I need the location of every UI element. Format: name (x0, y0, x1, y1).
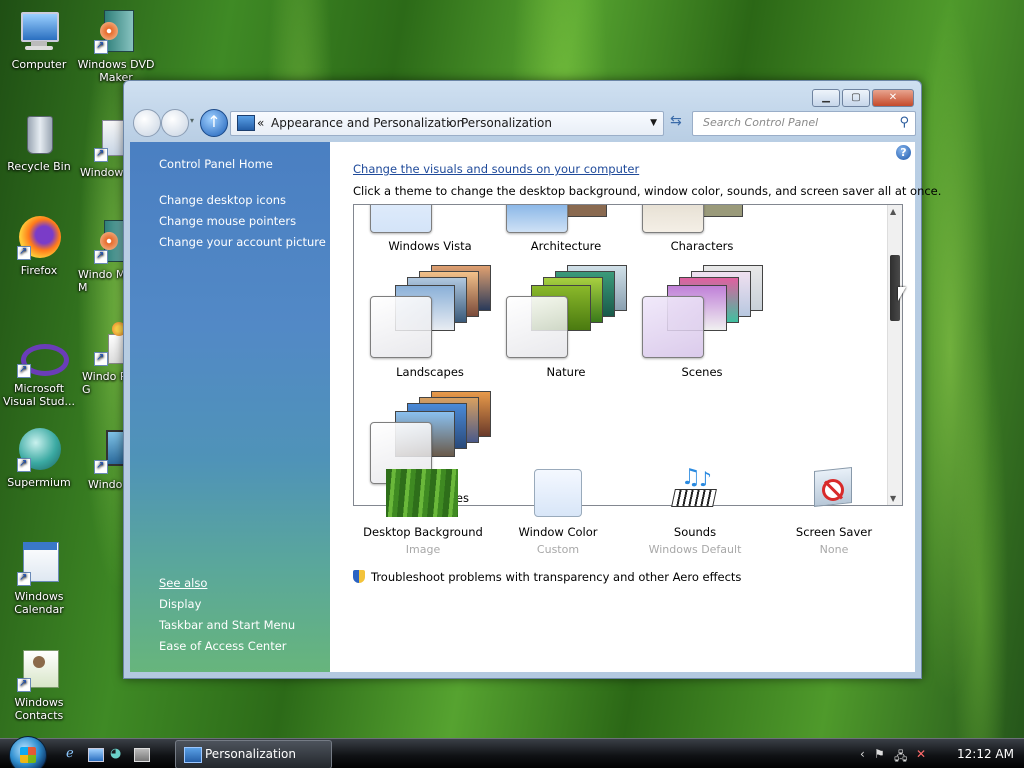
shortcut-arrow-icon (17, 677, 31, 692)
computer-icon (17, 10, 61, 54)
theme-thumbnail (642, 296, 704, 358)
control-panel-icon (237, 115, 255, 131)
calendar-icon (17, 542, 61, 586)
uac-shield-icon (353, 570, 365, 583)
maximize-button[interactable]: ▢ (842, 89, 870, 107)
theme-landscapes[interactable]: Landscapes (367, 265, 493, 380)
visual-studio-icon (17, 334, 69, 378)
close-button[interactable]: ✕ (872, 89, 914, 107)
troubleshoot-link[interactable]: Troubleshoot problems with transparency … (353, 570, 741, 584)
theme-thumbnail (370, 205, 432, 233)
supermium-icon (17, 428, 61, 472)
mouse-cursor-icon (898, 287, 906, 301)
address-bar[interactable]: « Appearance and Personalization › Perso… (230, 111, 664, 136)
dvd-maker-icon (94, 10, 138, 54)
page-description: Click a theme to change the desktop back… (353, 184, 942, 198)
forward-button[interactable] (161, 109, 189, 137)
navigation-bar: ▾ ↑ « Appearance and Personalization › P… (130, 108, 916, 138)
theme-characters[interactable]: Characters (639, 205, 765, 255)
shortcut-arrow-icon (17, 245, 31, 260)
shortcut-arrow-icon (17, 363, 31, 378)
task-pane: Control Panel Home Change desktop icons … (130, 142, 330, 672)
shortcut-arrow-icon (94, 147, 108, 162)
shortcut-arrow-icon (17, 571, 31, 586)
desktop-icon-contacts[interactable]: Windows Contacts (0, 648, 81, 722)
theme-list: Windows Vista Architecture Characters La… (353, 204, 903, 506)
shortcut-arrow-icon (17, 457, 31, 472)
theme-list-scrollbar[interactable]: ▲ ▼ (887, 205, 902, 505)
back-button[interactable] (133, 109, 161, 137)
breadcrumb-appearance[interactable]: Appearance and Personalization (271, 112, 464, 134)
control-panel-icon (184, 747, 202, 763)
network-icon[interactable]: 🖧 (894, 747, 907, 768)
shortcut-arrow-icon (94, 459, 108, 474)
desktop-icon-calendar[interactable]: Windows Calendar (0, 542, 81, 616)
address-dropdown-icon[interactable]: ▼ (650, 112, 657, 134)
desktop-background-icon (386, 469, 458, 517)
breadcrumb-separator[interactable]: › (447, 112, 452, 134)
help-icon[interactable]: ? (896, 145, 911, 160)
show-desktop-icon[interactable] (88, 748, 104, 762)
theme-thumbnail (506, 205, 568, 233)
control-panel-home-link[interactable]: Control Panel Home (159, 157, 273, 171)
desktop-icon-firefox[interactable]: Firefox (0, 216, 81, 277)
breadcrumb-chevrons[interactable]: « (257, 112, 264, 134)
shortcut-arrow-icon (94, 249, 108, 264)
internet-explorer-icon[interactable]: ℯ (66, 746, 82, 762)
screen-saver-icon (810, 467, 856, 513)
ease-of-access-link[interactable]: Ease of Access Center (159, 639, 287, 653)
volume-muted-icon[interactable]: ✕ (916, 747, 926, 761)
firefox-icon (17, 216, 61, 260)
display-link[interactable]: Display (159, 597, 201, 611)
search-box[interactable]: Search Control Panel ⚲ (692, 111, 916, 136)
theme-nature[interactable]: Nature (503, 265, 629, 380)
scroll-up-icon[interactable]: ▲ (890, 207, 896, 216)
personalization-window: ▁ ▢ ✕ ▾ ↑ « Appearance and Personalizati… (123, 80, 941, 679)
theme-components: Desktop Background Image Window Color Cu… (363, 465, 873, 557)
tray-expand-icon[interactable]: ‹ (860, 747, 865, 761)
desktop-icon-recycle-bin[interactable]: Recycle Bin (0, 112, 81, 173)
up-button[interactable]: ↑ (200, 109, 228, 137)
taskbar-start-menu-link[interactable]: Taskbar and Start Menu (159, 618, 295, 632)
theme-windows-vista[interactable]: Windows Vista (367, 205, 493, 255)
change-desktop-icons-link[interactable]: Change desktop icons (159, 193, 286, 207)
desktop-icon-dvd-maker[interactable]: Windows DVD Maker (74, 10, 158, 84)
page-heading: Change the visuals and sounds on your co… (353, 162, 640, 176)
shortcut-arrow-icon (94, 39, 108, 54)
recent-pages-dropdown-icon[interactable]: ▾ (190, 116, 194, 125)
clock[interactable]: 12:12 AM (957, 747, 1014, 761)
notification-area: ‹ ⚑ 🖧 ✕ 12:12 AM (854, 739, 1024, 768)
recycle-bin-icon (17, 112, 61, 156)
theme-architecture[interactable]: Architecture (503, 205, 629, 255)
switch-windows-icon[interactable] (134, 748, 150, 762)
start-button[interactable] (9, 736, 47, 768)
change-account-picture-link[interactable]: Change your account picture (159, 235, 326, 249)
change-mouse-pointers-link[interactable]: Change mouse pointers (159, 214, 296, 228)
theme-thumbnail (642, 205, 704, 233)
search-input[interactable]: Search Control Panel (703, 112, 818, 134)
shortcut-arrow-icon (94, 351, 108, 366)
desktop-icon-computer[interactable]: Computer (0, 10, 81, 71)
theme-scenes[interactable]: Scenes (639, 265, 765, 380)
window-controls: ▁ ▢ ✕ (812, 89, 914, 107)
window-color-icon (534, 469, 582, 517)
supermium-quicklaunch-icon[interactable]: ◕ (110, 746, 126, 762)
search-icon[interactable]: ⚲ (899, 112, 909, 134)
desktop-icon-visual-studio[interactable]: Microsoft Visual Stud... (0, 334, 81, 408)
see-also-heading: See also (159, 576, 208, 590)
theme-thumbnail (506, 296, 568, 358)
desktop-icon-supermium[interactable]: Supermium (0, 428, 81, 489)
refresh-icon[interactable]: ⇆ (670, 113, 682, 129)
action-center-flag-icon[interactable]: ⚑ (874, 747, 885, 761)
contacts-icon (17, 648, 61, 692)
main-content: ? Change the visuals and sounds on your … (330, 142, 941, 672)
sounds-icon: ♫ ♪ (671, 467, 719, 513)
theme-thumbnail (370, 296, 432, 358)
breadcrumb-personalization[interactable]: Personalization (461, 112, 552, 134)
taskbar: ℯ ◕ Personalization ‹ ⚑ 🖧 ✕ 12:12 AM (0, 736, 1024, 768)
minimize-button[interactable]: ▁ (812, 89, 840, 107)
taskbar-button-personalization[interactable]: Personalization (175, 740, 332, 768)
